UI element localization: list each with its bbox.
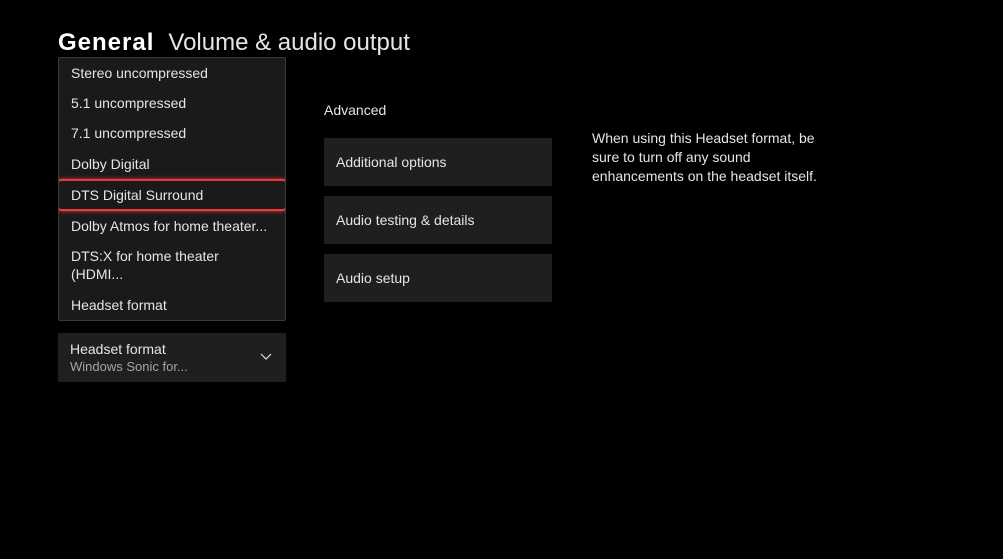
dropdown-item-stereo[interactable]: Stereo uncompressed (59, 58, 285, 88)
audio-format-list: Stereo uncompressed 5.1 uncompressed 7.1… (58, 57, 286, 321)
breadcrumb-general[interactable]: General (58, 29, 154, 57)
chevron-down-icon (260, 348, 272, 366)
dropdown-item-dtsx[interactable]: DTS:X for home theater (HDMI... (59, 241, 285, 289)
middle-column: Advanced Additional options Audio testin… (324, 57, 552, 382)
dropdown-item-dolby-digital[interactable]: Dolby Digital (59, 149, 285, 179)
content-area: Stereo uncompressed 5.1 uncompressed 7.1… (0, 57, 1003, 382)
additional-options-button[interactable]: Additional options (324, 138, 552, 186)
left-column: Stereo uncompressed 5.1 uncompressed 7.1… (58, 57, 286, 382)
audio-testing-button[interactable]: Audio testing & details (324, 196, 552, 244)
select-value: Windows Sonic for... (70, 359, 274, 374)
dropdown-item-51[interactable]: 5.1 uncompressed (59, 88, 285, 118)
select-label: Headset format (70, 341, 274, 357)
info-text: When using this Headset format, be sure … (592, 129, 842, 186)
dropdown-item-dolby-atmos[interactable]: Dolby Atmos for home theater... (59, 211, 285, 241)
dropdown-item-dts[interactable]: DTS Digital Surround (58, 179, 286, 211)
right-column: When using this Headset format, be sure … (592, 57, 842, 382)
audio-setup-button[interactable]: Audio setup (324, 254, 552, 302)
dropdown-item-headset-format[interactable]: Headset format (59, 290, 285, 320)
headset-format-select[interactable]: Headset format Windows Sonic for... (58, 333, 286, 382)
dropdown-item-71[interactable]: 7.1 uncompressed (59, 118, 285, 148)
page-header: General Volume & audio output (0, 0, 1003, 57)
advanced-section-label: Advanced (324, 102, 552, 118)
page-title: Volume & audio output (168, 29, 410, 57)
